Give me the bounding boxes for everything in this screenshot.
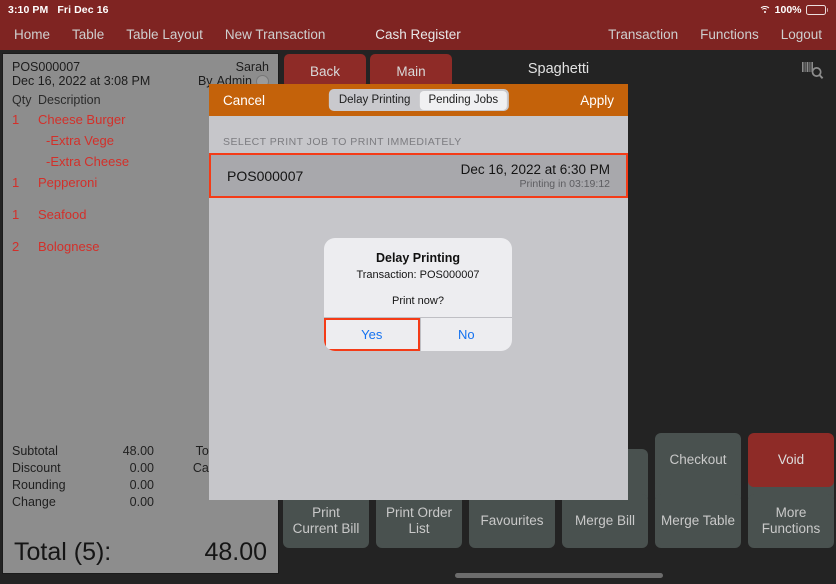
void-button[interactable]: Void	[748, 433, 834, 487]
checkout-button[interactable]: Checkout	[655, 433, 741, 487]
print-job-meta: Dec 16, 2022 at 6:30 PM Printing in 03:1…	[461, 162, 610, 190]
status-right-cluster: 100%	[758, 3, 828, 16]
totals-value-subtotal: 48.00	[122, 444, 154, 458]
nav-item-transaction[interactable]: Transaction	[608, 27, 678, 42]
nav-item-functions[interactable]: Functions	[700, 27, 759, 42]
item-description: Pepperoni	[38, 175, 98, 190]
item-qty: 1	[12, 175, 20, 190]
column-header-qty: Qty	[12, 93, 32, 107]
sheet-section-title: SELECT PRINT JOB TO PRINT IMMEDIATELY	[223, 136, 462, 148]
alert-title: Delay Printing	[375, 251, 461, 265]
category-bar: Back Main Spaghetti	[281, 51, 836, 88]
alert-question: Print now?	[392, 295, 444, 307]
tab-pending-jobs[interactable]: Pending Jobs	[419, 90, 508, 110]
nav-item-logout[interactable]: Logout	[781, 27, 822, 42]
battery-percent-label: 100%	[774, 3, 802, 16]
battery-icon	[805, 4, 828, 15]
order-datetime: Dec 16, 2022 at 3:08 PM	[12, 74, 151, 88]
totals-label-subtotal: Subtotal	[12, 444, 58, 458]
alert-buttons: Yes No	[324, 317, 512, 351]
nav-item-table-layout[interactable]: Table Layout	[126, 27, 203, 42]
totals-value-rounding: 0.00	[129, 478, 154, 492]
totals-label-change: Change	[12, 495, 56, 509]
totals-label-rounding: Rounding	[12, 478, 66, 492]
sheet-header: Cancel Delay Printing Pending Jobs Apply	[209, 84, 628, 116]
alert-yes-button[interactable]: Yes	[324, 318, 420, 351]
status-time: 3:10 PM	[8, 3, 49, 16]
merge-bill-button[interactable]: Merge Bill	[562, 494, 648, 548]
totals-value-change: 0.00	[129, 495, 154, 509]
totals-value-discount: 0.00	[129, 461, 154, 475]
print-current-bill-button[interactable]: Print Current Bill	[283, 494, 369, 548]
print-job-id: POS000007	[227, 167, 304, 184]
item-description: Seafood	[38, 207, 87, 222]
segmented-control[interactable]: Delay Printing Pending Jobs	[328, 89, 509, 111]
print-job-row[interactable]: POS000007 Dec 16, 2022 at 6:30 PM Printi…	[209, 153, 628, 198]
alert-no-button[interactable]: No	[419, 318, 513, 351]
item-description: Bolognese	[38, 239, 100, 254]
totals-left-column: Subtotal 48.00 Discount 0.00 Rounding 0.00 …	[12, 443, 162, 511]
item-qty: 1	[12, 207, 20, 222]
alert-subtitle: Transaction: POS000007	[356, 269, 480, 281]
order-transaction-id: POS000007	[12, 60, 81, 74]
merge-table-button[interactable]: Merge Table	[655, 494, 741, 548]
more-functions-button[interactable]: More Functions	[748, 494, 834, 548]
order-staff-name: Sarah	[235, 60, 269, 74]
screen-root: 3:10 PM Fri Dec 16 100% Home Table Table…	[0, 0, 836, 584]
grand-total-value: 48.00	[204, 538, 267, 566]
totals-label-discount: Discount	[12, 461, 61, 475]
barcode-search-icon[interactable]	[802, 60, 824, 80]
cancel-button[interactable]: Cancel	[223, 93, 265, 108]
order-grand-total: Total (5): 48.00	[3, 538, 278, 567]
tab-delay-printing[interactable]: Delay Printing	[330, 91, 420, 110]
item-qty: 1	[12, 112, 20, 127]
wifi-icon	[758, 5, 771, 15]
favourites-button[interactable]: Favourites	[469, 494, 555, 548]
apply-button[interactable]: Apply	[580, 93, 614, 108]
print-job-status: Printing in 03:19:12	[519, 177, 610, 190]
item-qty: 2	[12, 239, 20, 254]
ios-status-bar: 3:10 PM Fri Dec 16 100%	[0, 0, 836, 19]
status-date: Fri Dec 16	[57, 3, 109, 16]
nav-item-new-transaction[interactable]: New Transaction	[225, 27, 326, 42]
nav-item-table[interactable]: Table	[72, 27, 104, 42]
column-header-description: Description	[38, 93, 101, 107]
category-title: Spaghetti	[527, 61, 590, 77]
delay-printing-alert: Delay Printing Transaction: POS000007 Pr…	[324, 238, 512, 351]
print-job-date: Dec 16, 2022 at 6:30 PM	[460, 161, 610, 177]
grand-total-label: Total (5):	[14, 538, 112, 566]
action-row-bottom: Print Current Bill Print Order List Favo…	[283, 494, 834, 548]
home-indicator	[454, 573, 663, 578]
item-description: Cheese Burger	[38, 112, 126, 127]
nav-item-home[interactable]: Home	[14, 27, 50, 42]
print-order-list-button[interactable]: Print Order List	[376, 494, 462, 548]
app-nav-bar: Home Table Table Layout New Transaction …	[0, 19, 836, 50]
nav-right-group: Transaction Functions Logout	[586, 27, 822, 42]
alert-body: Delay Printing Transaction: POS000007 Pr…	[324, 238, 512, 319]
